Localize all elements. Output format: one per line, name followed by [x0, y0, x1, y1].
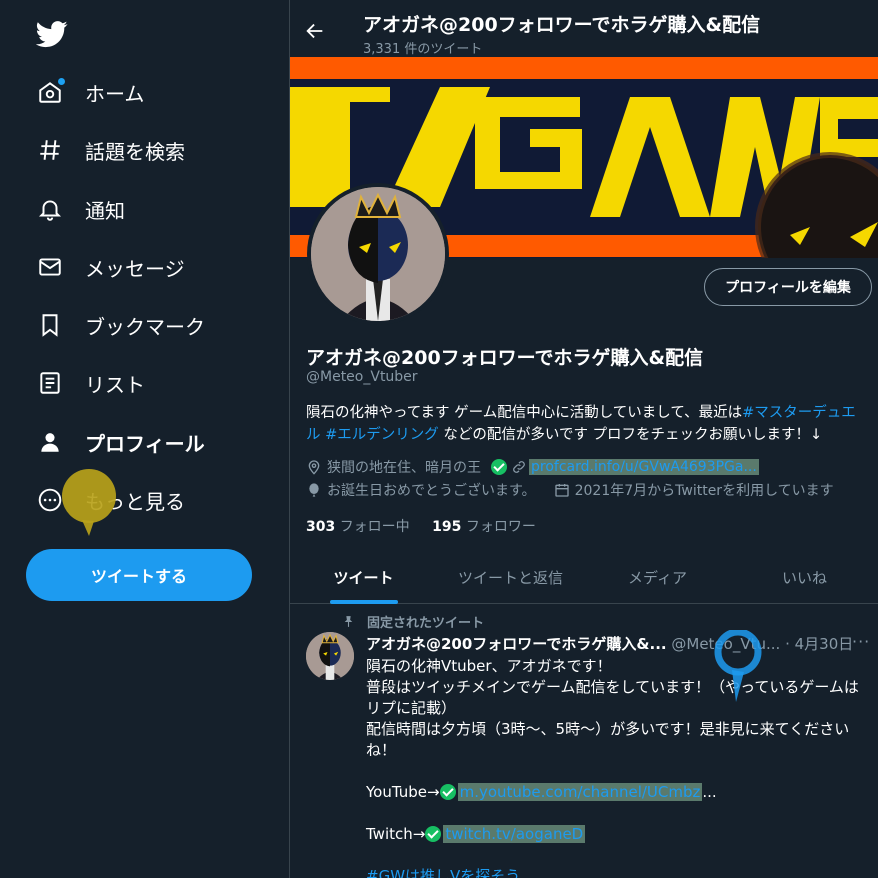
- tweet-line: 隕石の化神Vtuber、アオガネです！: [366, 657, 612, 675]
- youtube-label: YouTube→: [366, 783, 440, 801]
- verified-check-icon: [439, 784, 456, 800]
- balloon-icon: [309, 483, 319, 497]
- person-icon: [37, 429, 63, 455]
- tweet-line: ね！: [366, 741, 397, 759]
- pinned-tweet-label: 固定されたツイート: [342, 612, 484, 631]
- tab-tweets[interactable]: ツイート: [290, 552, 437, 603]
- tab-likes[interactable]: いいね: [731, 552, 878, 603]
- follow-stats: 303 フォロー中 195 フォロワー: [306, 516, 536, 536]
- pinned-label-text: 固定されたツイート: [367, 616, 485, 631]
- tweet-line: リプに記載）: [366, 699, 457, 717]
- bookmark-icon: [37, 312, 63, 338]
- profile-header-bar: アオガネ@200フォロワーでホラゲ購入&配信 3,331 件のツイート: [290, 0, 878, 57]
- sidebar-item-label: メッセージ: [85, 256, 185, 281]
- sidebar-item-explore[interactable]: 話題を検索: [26, 125, 185, 175]
- sidebar-item-label: リスト: [85, 372, 145, 397]
- calendar-icon: [554, 484, 569, 497]
- following-count: 303: [306, 519, 336, 535]
- profile-website-link[interactable]: profcard.info/u/GVwA4693PGa...: [529, 459, 759, 475]
- following-link[interactable]: 303 フォロー中: [306, 519, 410, 535]
- back-arrow-icon[interactable]: [304, 20, 326, 42]
- twitter-bird-icon[interactable]: [35, 18, 68, 50]
- profile-location: 狭間の地在住、暗月の王: [327, 460, 481, 476]
- profile-birthday: お誕生日おめでとうございます。: [327, 483, 536, 499]
- tweet-date[interactable]: 4月30日: [795, 635, 854, 653]
- followers-label: フォロワー: [465, 519, 536, 535]
- profile-avatar[interactable]: [307, 183, 449, 325]
- home-icon: [37, 78, 65, 105]
- tweet-header: アオガネ@200フォロワーでホラゲ購入&... @Meteo_Vtu... · …: [366, 633, 861, 654]
- tweet-spacer: [366, 803, 866, 824]
- profile-location-row: 狭間の地在住、暗月の王 profcard.info/u/GVwA4693PGa.…: [306, 457, 759, 477]
- header-display-name: アオガネ@200フォロワーでホラゲ購入&配信: [363, 14, 761, 36]
- tab-tweets-replies[interactable]: ツイートと返信: [437, 552, 584, 603]
- youtube-link[interactable]: m.youtube.com/channel/UCmbz: [457, 783, 703, 801]
- twitch-label: Twitch→: [366, 825, 426, 843]
- touch-cursor-icon: [714, 630, 762, 702]
- cursor-balloon-icon: [62, 469, 116, 536]
- bell-icon: [37, 196, 63, 222]
- link-icon: [513, 461, 525, 473]
- verified-check-icon: [491, 459, 507, 475]
- header-tweet-count: 3,331 件のツイート: [363, 42, 483, 57]
- following-label: フォロー中: [339, 519, 410, 535]
- pin-icon: [344, 616, 353, 627]
- location-pin-icon: [308, 460, 320, 475]
- hashtag-icon: [37, 137, 63, 163]
- sidebar-item-bookmarks[interactable]: ブックマーク: [26, 300, 205, 350]
- profile-tabs: ツイート ツイートと返信 メディア いいね: [290, 552, 878, 604]
- tweet-text: 隕石の化神Vtuber、アオガネです！ 普段はツイッチメインでゲーム配信をしてい…: [366, 656, 866, 878]
- bio-text: 隕石の化神やってます ゲーム配信中心に活動していまして、最近は: [306, 405, 743, 421]
- tweet-separator: ·: [785, 635, 790, 653]
- sidebar-item-label: ブックマーク: [85, 314, 205, 339]
- sidebar: ホーム 話題を検索 通知 メッセージ ブックマーク リスト プロフィール もっと…: [0, 0, 289, 878]
- sidebar-item-label: プロフィール: [85, 431, 205, 456]
- sidebar-item-home[interactable]: ホーム: [26, 67, 144, 117]
- profile-birthday-row: お誕生日おめでとうございます。 2021年7月からTwitterを利用しています: [306, 480, 834, 500]
- sidebar-item-notifications[interactable]: 通知: [26, 184, 125, 234]
- profile-joined-date: 2021年7月からTwitterを利用しています: [574, 483, 834, 499]
- envelope-icon: [37, 254, 63, 280]
- tweet-hashtag-link[interactable]: #GWは推しVを探そう: [366, 866, 866, 878]
- followers-count: 195: [432, 519, 462, 535]
- avatar-illustration: [311, 187, 445, 321]
- tweet-author-name[interactable]: アオガネ@200フォロワーでホラゲ購入&...: [366, 635, 667, 653]
- sidebar-item-label: 通知: [85, 198, 125, 223]
- notification-dot: [58, 78, 65, 85]
- tweet-youtube-line: YouTube→ m.youtube.com/channel/UCmbz...: [366, 782, 866, 803]
- tweet-button[interactable]: ツイートする: [26, 549, 252, 601]
- twitch-link[interactable]: twitch.tv/aoganeD: [443, 825, 586, 843]
- tweet-twitch-line: Twitch→ twitch.tv/aoganeD: [366, 824, 866, 845]
- followers-link[interactable]: 195 フォロワー: [432, 519, 536, 535]
- profile-bio: 隕石の化神やってます ゲーム配信中心に活動していまして、最近は#マスターデュエル…: [306, 402, 866, 446]
- edit-profile-button[interactable]: プロフィールを編集: [704, 268, 872, 306]
- tweet-line: 配信時間は夕方頃（3時〜、5時〜）が多いです！是非見に来てください: [366, 720, 850, 738]
- bio-hashtag-link[interactable]: #エルデンリング: [325, 427, 439, 443]
- tweet-line: 普段はツイッチメインでゲーム配信をしています！（やっているゲームは: [366, 678, 859, 696]
- verified-check-icon: [425, 826, 442, 842]
- sidebar-item-label: 話題を検索: [85, 139, 185, 164]
- tweet-author-avatar[interactable]: [306, 632, 354, 680]
- profile-display-name: アオガネ@200フォロワーでホラゲ購入&配信: [306, 347, 704, 369]
- bio-text: などの配信が多いです プロフをチェックお願いします！↓: [443, 427, 823, 443]
- tab-media[interactable]: メディア: [584, 552, 731, 603]
- list-icon: [37, 370, 63, 396]
- profile-column: アオガネ@200フォロワーでホラゲ購入&配信 3,331 件のツイート プロフィ…: [290, 0, 878, 878]
- sidebar-item-messages[interactable]: メッセージ: [26, 242, 185, 292]
- sidebar-item-profile[interactable]: プロフィール: [26, 417, 205, 467]
- tweet-more-icon[interactable]: ···: [852, 632, 870, 651]
- profile-handle: @Meteo_Vtuber: [306, 369, 418, 385]
- sidebar-item-lists[interactable]: リスト: [26, 358, 145, 408]
- sidebar-item-label: ホーム: [85, 81, 145, 106]
- tweet-spacer: [366, 761, 866, 782]
- avatar-illustration: [306, 632, 354, 680]
- youtube-link-ellipsis: ...: [702, 783, 717, 801]
- tweet-spacer: [366, 845, 866, 866]
